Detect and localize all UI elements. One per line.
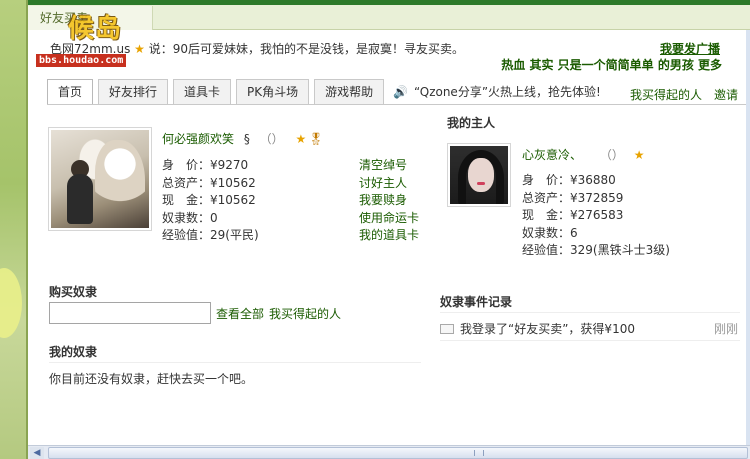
owner-total-assets: 总资产：¥372859 — [522, 190, 624, 205]
redeem-self-link[interactable]: 我要赎身 — [359, 192, 419, 210]
left-backdrop — [0, 0, 28, 459]
owner-avatar[interactable] — [447, 143, 511, 207]
my-experience: 经验值：29(平民) — [162, 228, 259, 242]
owner-stats: 身 价：¥36880 总资产：¥372859 现 金：¥276583 奴隶数：6… — [522, 172, 670, 260]
my-nickname: （） — [259, 132, 284, 146]
my-name-symbol: § — [243, 132, 250, 146]
tab-game-help[interactable]: 游戏帮助 — [314, 79, 385, 105]
tab-item-cards[interactable]: 道具卡 — [173, 79, 232, 105]
owner-avatar-lips — [477, 182, 485, 185]
scroll-thumb[interactable] — [48, 447, 748, 459]
slogan-text[interactable]: 热血 其实 只是一个简简单单 的男孩 更多 — [501, 56, 722, 73]
slave-events-title: 奴隶事件记录 — [440, 295, 513, 309]
tab-pk-arena[interactable]: PK角斗场 — [236, 79, 310, 105]
owner-slave-count: 奴隶数：6 — [522, 225, 578, 240]
status-message: 说：90后可爱妹妹，我怕的不是没钱，是寂寞！寻友买卖。 — [148, 42, 465, 56]
events-divider-bottom — [440, 340, 740, 341]
my-item-cards-link[interactable]: 我的道具卡 — [359, 227, 419, 245]
my-price: 身 价：¥9270 — [162, 158, 249, 172]
tab-friend-ranking[interactable]: 好友排行 — [98, 79, 169, 105]
my-name[interactable]: 何必强颜欢笑 — [162, 132, 234, 146]
watermark-url: bbs.houdao.com — [36, 54, 127, 67]
view-all-link[interactable]: 查看全部 — [216, 305, 264, 322]
tab-divider — [47, 104, 750, 105]
my-avatar-image — [51, 130, 149, 228]
horizontal-scrollbar[interactable]: ◀ — [28, 445, 750, 459]
my-avatar[interactable] — [48, 127, 152, 231]
my-slave-count: 奴隶数：0 — [162, 210, 218, 225]
affordable-link[interactable]: 我买得起的人 — [269, 305, 341, 322]
please-owner-link[interactable]: 讨好主人 — [359, 175, 419, 193]
star-icon: ★ — [633, 148, 645, 162]
notice-text: “Qzone分享”火热上线，抢先体验! — [413, 85, 601, 99]
my-slaves-empty-text: 你目前还没有奴隶，赶快去买一个吧。 — [49, 372, 254, 386]
invite-link[interactable]: 邀请 — [714, 86, 738, 103]
events-divider — [440, 312, 740, 313]
affordable-people-link[interactable]: 我买得起的人 — [630, 86, 702, 103]
owner-section-title: 我的主人 — [447, 116, 496, 130]
vertical-scrollbar[interactable] — [746, 30, 750, 445]
watermark-logo-text: 候岛 — [68, 14, 123, 44]
event-time: 刚刚 — [714, 322, 739, 336]
watermark-logo: 候岛 bbs.houdao.com — [30, 4, 158, 67]
tab-home[interactable]: 首页 — [47, 79, 94, 105]
use-fate-card-link[interactable]: 使用命运卡 — [359, 210, 419, 228]
owner-avatar-face — [468, 158, 494, 192]
star-icon: ★ — [295, 132, 307, 146]
my-slaves-divider — [49, 362, 421, 363]
my-slaves-title: 我的奴隶 — [49, 345, 98, 359]
mail-icon — [440, 324, 454, 334]
broadcast-link[interactable]: 我要发广播 — [660, 40, 720, 57]
clear-nickname-link[interactable]: 清空绰号 — [359, 157, 419, 175]
event-text: 我登录了“好友买卖”，获得¥100 — [460, 322, 635, 336]
scroll-thumb-grip-icon — [474, 450, 484, 456]
speaker-icon: 🔊 — [393, 85, 408, 99]
main-tabs: 首页 好友排行 道具卡 PK角斗场 游戏帮助 — [47, 79, 389, 105]
badge-icon: 🎖 — [308, 132, 324, 146]
scroll-left-icon[interactable]: ◀ — [30, 447, 44, 459]
owner-experience: 经验值：329(黑铁斗士3级) — [522, 243, 670, 257]
owner-nickname: （） — [599, 148, 624, 162]
buy-search-input[interactable] — [49, 302, 211, 324]
backdrop-decoration — [0, 268, 22, 338]
buy-slaves-title: 购买奴隶 — [49, 285, 98, 299]
event-item: 我登录了“好友买卖”，获得¥100 — [440, 320, 635, 337]
owner-name[interactable]: 心灰意冷、 — [522, 148, 582, 162]
avatar-drawing — [95, 140, 145, 220]
my-stats: 身 价：¥9270 总资产：¥10562 现 金：¥10562 奴隶数：0 经验… — [162, 157, 259, 245]
owner-avatar-image — [450, 146, 508, 204]
my-total-assets: 总资产：¥10562 — [162, 175, 256, 190]
my-cash: 现 金：¥10562 — [162, 193, 256, 207]
my-name-row: 何必强颜欢笑 § （） ★ 🎖 — [162, 130, 324, 147]
owner-name-row: 心灰意冷、 （） ★ — [522, 146, 644, 163]
my-actions: 清空绰号 讨好主人 我要赎身 使用命运卡 我的道具卡 — [359, 157, 419, 245]
avatar-figure — [67, 174, 93, 224]
owner-cash: 现 金：¥276583 — [522, 208, 624, 222]
notice[interactable]: 🔊 “Qzone分享”火热上线，抢先体验! — [393, 83, 601, 100]
owner-price: 身 价：¥36880 — [522, 173, 616, 187]
